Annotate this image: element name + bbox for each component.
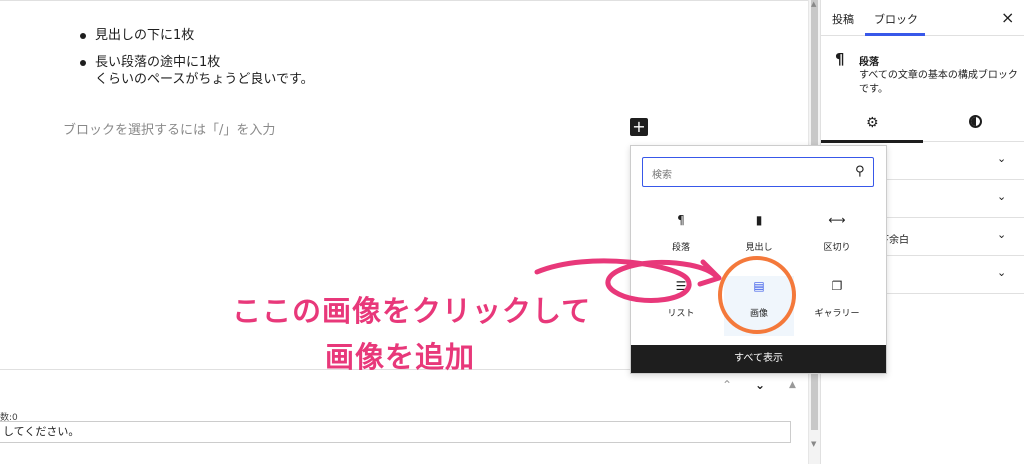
- gallery-icon: ❐: [831, 279, 843, 293]
- move-up-icon[interactable]: ⌃: [722, 378, 732, 392]
- top-divider: [0, 0, 808, 1]
- bullet-list[interactable]: 見出しの下に1枚 長い段落の途中に1枚: [78, 22, 220, 76]
- block-item-label: 画像: [749, 309, 768, 319]
- list-item[interactable]: 見出しの下に1枚: [78, 22, 220, 49]
- paragraph-text[interactable]: くらいのペースがちょうど良いです。: [95, 70, 314, 90]
- search-input[interactable]: 検索 ⚲: [642, 157, 874, 187]
- active-tab-indicator: [865, 33, 925, 36]
- settings-style-tabs: ⚙: [821, 104, 1024, 143]
- annotation-line-1: ここの画像をクリックして: [232, 294, 592, 328]
- block-item-label: 見出し: [745, 243, 773, 253]
- block-item-gallery[interactable]: ❐ ギャラリー: [802, 276, 872, 336]
- editor-screen: 見出しの下に1枚 長い段落の途中に1枚 くらいのペースがちょうど良いです。 ブロ…: [0, 0, 1024, 464]
- block-inserter-popover: 検索 ⚲ ¶ 段落 ▮ 見出し ⟷ 区切り ☰ リスト ▤ 画像 ❐ ギャラリー…: [630, 145, 887, 374]
- move-down-icon[interactable]: ⌄: [755, 378, 765, 392]
- chevron-down-icon[interactable]: ⌄: [997, 266, 1006, 279]
- block-item-separator[interactable]: ⟷ 区切り: [802, 210, 872, 270]
- search-placeholder: 検索: [652, 170, 672, 181]
- toggle-arrow-icon[interactable]: ▲: [789, 380, 796, 390]
- list-icon: ☰: [675, 279, 687, 293]
- bookmark-icon: ▮: [755, 213, 763, 227]
- meta-box: ⌃ ⌄ ▲ 数:0 してください。: [0, 369, 808, 464]
- block-item-label: ギャラリー: [814, 309, 860, 319]
- gear-icon[interactable]: ⚙: [866, 115, 879, 131]
- block-item-label: 段落: [671, 243, 690, 253]
- search-icon: ⚲: [855, 164, 865, 179]
- scroll-up-icon[interactable]: ▲: [811, 0, 816, 8]
- chevron-down-icon[interactable]: ⌄: [997, 228, 1006, 241]
- pilcrow-icon: ¶: [677, 213, 685, 227]
- block-item-image[interactable]: ▤ 画像: [724, 276, 794, 336]
- block-item-heading[interactable]: ▮ 見出し: [724, 210, 794, 270]
- scroll-down-icon[interactable]: ▼: [811, 440, 816, 448]
- meta-text-field[interactable]: してください。: [0, 421, 791, 443]
- block-description: すべての文章の基本の構成ブロックです。: [859, 70, 1018, 95]
- close-icon[interactable]: ×: [1001, 8, 1014, 27]
- chevron-down-icon[interactable]: ⌄: [997, 190, 1006, 203]
- contrast-icon[interactable]: [969, 115, 982, 128]
- block-item-list[interactable]: ☰ リスト: [646, 276, 716, 336]
- block-title: 段落: [859, 57, 879, 68]
- block-item-label: リスト: [667, 309, 695, 319]
- tab-block[interactable]: ブロック: [874, 11, 918, 27]
- sidebar-tabs: 投稿 ブロック ×: [821, 0, 1024, 36]
- show-all-button[interactable]: すべて表示: [631, 345, 886, 373]
- add-block-button[interactable]: +: [630, 118, 648, 136]
- block-item-paragraph[interactable]: ¶ 段落: [646, 210, 716, 270]
- pilcrow-icon: ¶: [835, 50, 845, 68]
- annotation-line-2: 画像を追加: [325, 340, 476, 374]
- block-placeholder[interactable]: ブロックを選択するには「/」を入力: [63, 119, 275, 138]
- block-item-label: 区切り: [823, 243, 851, 253]
- separator-icon: ⟷: [828, 213, 846, 227]
- tab-post[interactable]: 投稿: [832, 11, 854, 27]
- chevron-down-icon[interactable]: ⌄: [997, 152, 1006, 165]
- image-icon: ▤: [753, 279, 765, 293]
